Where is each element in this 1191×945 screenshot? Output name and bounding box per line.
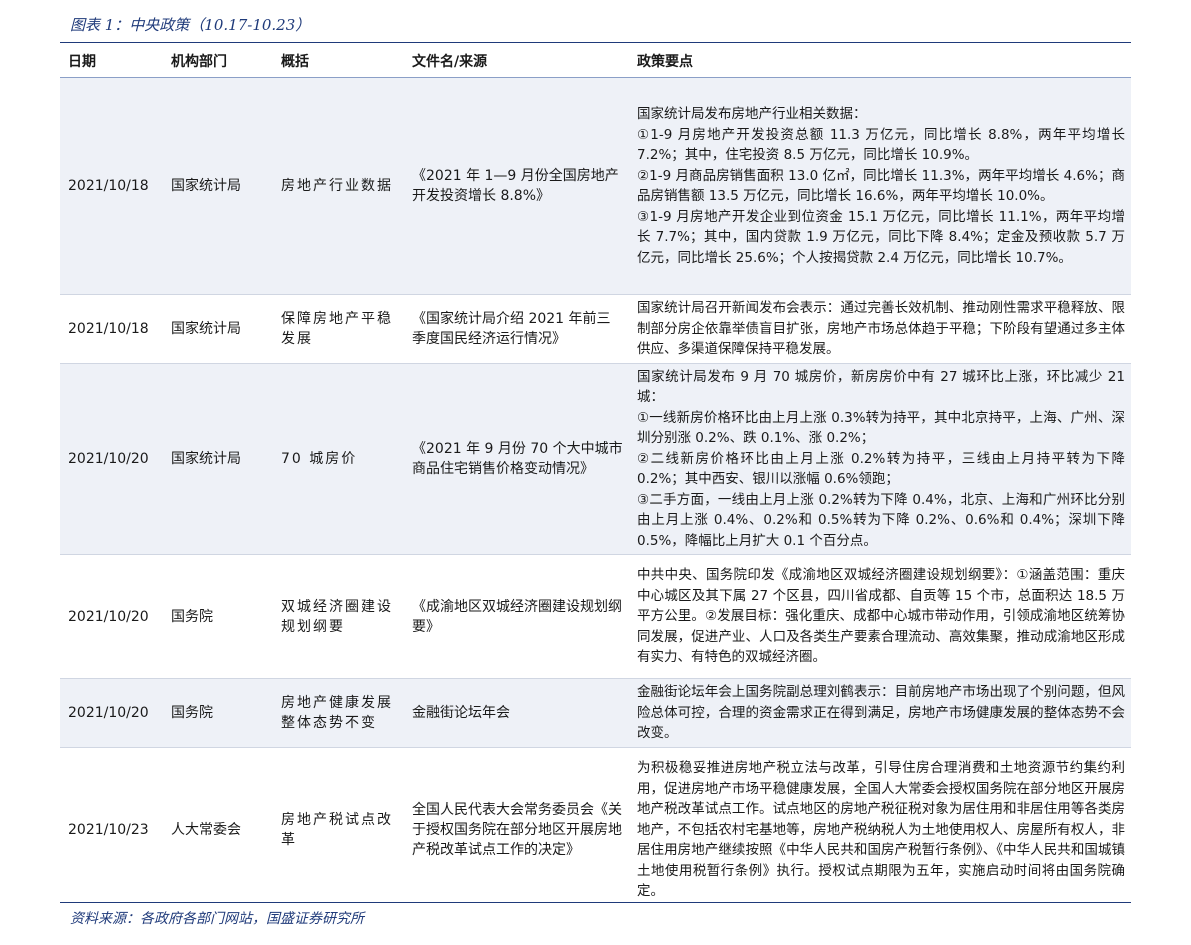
- cell-dept: 国家统计局: [171, 178, 241, 194]
- header-dept: 机构部门: [163, 44, 273, 78]
- policy-point: 为积极稳妥推进房地产税立法与改革，引导住房合理消费和土地资源节约集约利用，促进房…: [637, 760, 1125, 899]
- policy-point: ①1-9 月房地产开发投资总额 11.3 万亿元，同比增长 8.8%，两年平均增…: [637, 126, 1125, 164]
- header-file: 文件名/来源: [404, 44, 629, 78]
- policy-point: ③1-9 月房地产开发企业到位资金 15.1 万亿元，同比增长 11.1%，两年…: [637, 208, 1125, 266]
- cell-points: 中共中央、国务院印发《成渝地区双城经济圈建设规划纲要》：①涵盖范围：重庆中心城区…: [629, 555, 1131, 679]
- cell-points: 金融街论坛年会上国务院副总理刘鹤表示：目前房地产市场出现了个别问题，但风险总体可…: [629, 679, 1131, 748]
- cell-summary: 房地产税试点改革: [281, 811, 393, 848]
- policy-point: 国家统计局发布房地产行业相关数据：: [637, 106, 867, 122]
- cell-summary: 双城经济圈建设规划纲要: [281, 598, 393, 635]
- cell-file: 金融街论坛年会: [412, 704, 510, 721]
- cell-date: 2021/10/23: [68, 821, 149, 838]
- header-date: 日期: [60, 44, 163, 78]
- policy-point: ②二线新房价格环比由上月上涨 0.2%转为持平，三线由上月持平转为下降 0.2%…: [637, 450, 1125, 488]
- table-row: 2021/10/20 国务院 双城经济圈建设规划纲要 《成渝地区双城经济圈建设规划纲要…: [60, 555, 1131, 679]
- policy-point: ①一线新房价格环比由上月上涨 0.3%转为持平，其中北京持平，上海、广州、深圳分…: [637, 409, 1125, 447]
- cell-points: 国家统计局召开新闻发布会表示：通过完善长效机制、推动刚性需求平稳释放、限制部分房…: [629, 295, 1131, 364]
- cell-file: 《2021 年 1—9 月份全国房地产开发投资增长 8.8%》: [412, 168, 619, 204]
- cell-dept: 国务院: [171, 608, 213, 625]
- cell-dept: 国家统计局: [171, 320, 241, 337]
- table-header-row: 日期 机构部门 概括 文件名/来源 政策要点: [60, 44, 1131, 78]
- policy-point: ③二手方面，一线由上月上涨 0.2%转为下降 0.4%，北京、上海和广州环比分别…: [637, 491, 1125, 549]
- cell-dept: 国家统计局: [171, 450, 241, 467]
- cell-file: 《成渝地区双城经济圈建设规划纲要》: [412, 598, 622, 635]
- cell-dept: 人大常委会: [171, 821, 241, 838]
- cell-dept: 国务院: [171, 704, 213, 721]
- cell-summary: 房地产健康发展整体态势不变: [281, 694, 393, 731]
- cell-summary: 70 城房价: [281, 450, 358, 467]
- cell-points: 国家统计局发布 9 月 70 城房价，新房房价中有 27 城环比上涨，环比减少 …: [629, 363, 1131, 555]
- bottom-rule: [60, 902, 1131, 903]
- cell-date: 2021/10/20: [68, 450, 149, 467]
- table-row: 2021/10/20 国务院 房地产健康发展整体态势不变 金融街论坛年会 金融街论坛年会…: [60, 678, 1131, 748]
- policy-point: ②1-9 月商品房销售面积 13.0 亿㎡，同比增长 11.3%，两年平均增长 …: [637, 167, 1125, 205]
- table-row: 2021/10/20 国家统计局 70 城房价 《2021 年 9 月份 70 个大中…: [60, 363, 1131, 555]
- cell-summary: 房地产行业数据: [281, 178, 393, 194]
- header-points: 政策要点: [629, 44, 1131, 78]
- cell-file: 《2021 年 9 月份 70 个大中城市商品住宅销售价格变动情况》: [412, 440, 623, 477]
- table-row: 2021/10/18 国家统计局 保障房地产平稳发展 《国家统计局介绍 2021 年前…: [60, 295, 1131, 364]
- table-body: 2021/10/18 国家统计局 房地产行业数据 《2021 年 1—9 月份全国房地…: [60, 77, 1131, 913]
- cell-date: 2021/10/20: [68, 704, 149, 721]
- top-rule: [60, 42, 1131, 43]
- policy-table: 日期 机构部门 概括 文件名/来源 政策要点 2021/10/18 国家统计局 房地…: [60, 44, 1131, 912]
- policy-point: 国家统计局召开新闻发布会表示：通过完善长效机制、推动刚性需求平稳释放、限制部分房…: [637, 300, 1125, 357]
- cell-date: 2021/10/18: [68, 178, 149, 194]
- cell-file: 《国家统计局介绍 2021 年前三季度国民经济运行情况》: [412, 310, 611, 347]
- cell-points: 国家统计局发布房地产行业相关数据： ①1-9 月房地产开发投资总额 11.3 万亿…: [629, 78, 1131, 295]
- cell-file: 全国人民代表大会常务委员会《关于授权国务院在部分地区开展房地产税改革试点工作的决…: [412, 801, 622, 858]
- header-summary: 概括: [273, 44, 404, 78]
- figure-title: 图表 1：中央政策（10.17-10.23）: [70, 16, 311, 34]
- cell-date: 2021/10/20: [68, 608, 149, 625]
- policy-point: 金融街论坛年会上国务院副总理刘鹤表示：目前房地产市场出现了个别问题，但风险总体可…: [637, 684, 1125, 741]
- policy-point: 中共中央、国务院印发《成渝地区双城经济圈建设规划纲要》：①涵盖范围：重庆中心城区…: [637, 567, 1125, 666]
- source-note: 资料来源：各政府各部门网站，国盛证券研究所: [70, 911, 364, 927]
- cell-points: 为积极稳妥推进房地产税立法与改革，引导住房合理消费和土地资源节约集约利用，促进房…: [629, 747, 1131, 912]
- policy-point: 国家统计局发布 9 月 70 城房价，新房房价中有 27 城环比上涨，环比减少 …: [637, 368, 1125, 406]
- table-row: 2021/10/18 国家统计局 房地产行业数据 《2021 年 1—9 月份全国房地…: [60, 77, 1131, 295]
- cell-summary: 保障房地产平稳发展: [281, 310, 393, 347]
- cell-date: 2021/10/18: [68, 320, 149, 337]
- table-row: 2021/10/23 人大常委会 房地产税试点改革 全国人民代表大会常务委员会《关于授…: [60, 747, 1131, 912]
